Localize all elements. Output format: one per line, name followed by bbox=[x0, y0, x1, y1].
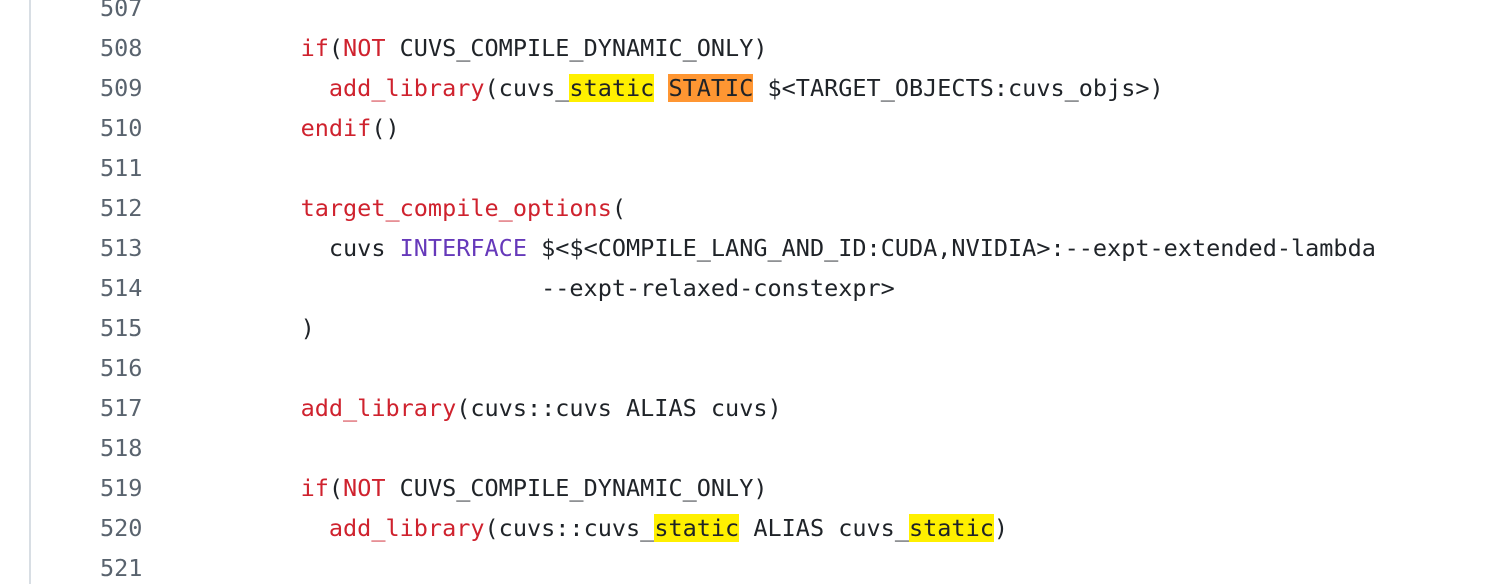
code-token: ) bbox=[244, 314, 315, 342]
line-number[interactable]: 512 bbox=[0, 188, 142, 228]
keyword-token: INTERFACE bbox=[399, 234, 527, 262]
line-source: add_library(cuvs::cuvs ALIAS cuvs) bbox=[142, 388, 782, 428]
keyword-token: add_library bbox=[328, 74, 485, 102]
code-line: 521 bbox=[0, 548, 1490, 584]
line-number[interactable]: 510 bbox=[0, 108, 142, 148]
line-number[interactable]: 511 bbox=[0, 148, 142, 188]
line-number[interactable]: 515 bbox=[0, 308, 142, 348]
line-source bbox=[142, 548, 244, 584]
code-line: 511 bbox=[0, 148, 1490, 188]
line-source: if(NOT CUVS_COMPILE_DYNAMIC_ONLY) bbox=[142, 28, 768, 68]
code-token: ( bbox=[611, 194, 627, 222]
code-token: --expt-relaxed-constexpr> bbox=[244, 274, 895, 302]
line-source: add_library(cuvs::cuvs_static ALIAS cuvs… bbox=[142, 508, 1008, 548]
keyword-token: NOT bbox=[343, 34, 386, 62]
code-line: 516 bbox=[0, 348, 1490, 388]
line-source: --expt-relaxed-constexpr> bbox=[142, 268, 895, 308]
code-token: ALIAS cuvs_ bbox=[739, 514, 909, 542]
keyword-token: if bbox=[300, 474, 329, 502]
line-number[interactable]: 513 bbox=[0, 228, 142, 268]
line-source: ) bbox=[142, 308, 315, 348]
search-match: static bbox=[908, 514, 994, 542]
keyword-token: add_library bbox=[328, 514, 485, 542]
keyword-token: if bbox=[300, 34, 329, 62]
line-source bbox=[142, 428, 244, 468]
code-token: (cuvs::cuvs ALIAS cuvs) bbox=[456, 394, 782, 422]
code-token: CUVS_COMPILE_DYNAMIC_ONLY) bbox=[385, 474, 768, 502]
line-number[interactable]: 508 bbox=[0, 28, 142, 68]
code-line: 514 --expt-relaxed-constexpr> bbox=[0, 268, 1490, 308]
code-token: ( bbox=[328, 474, 344, 502]
code-line: 512 target_compile_options( bbox=[0, 188, 1490, 228]
line-number[interactable]: 509 bbox=[0, 68, 142, 108]
line-number[interactable]: 517 bbox=[0, 388, 142, 428]
code-line: 519 if(NOT CUVS_COMPILE_DYNAMIC_ONLY) bbox=[0, 468, 1490, 508]
code-line: 509 add_library(cuvs_static STATIC $<TAR… bbox=[0, 68, 1490, 108]
line-source: if(NOT CUVS_COMPILE_DYNAMIC_ONLY) bbox=[142, 468, 768, 508]
code-token: (cuvs::cuvs_ bbox=[484, 514, 655, 542]
line-number[interactable]: 514 bbox=[0, 268, 142, 308]
current-search-match: STATIC bbox=[668, 74, 754, 102]
keyword-token: NOT bbox=[343, 474, 386, 502]
line-number[interactable]: 507 bbox=[0, 0, 142, 28]
code-viewer: 507 508 if(NOT CUVS_COMPILE_DYNAMIC_ONLY)… bbox=[0, 0, 1490, 584]
code-token: ( bbox=[328, 34, 344, 62]
search-match: static bbox=[569, 74, 655, 102]
code-line: 508 if(NOT CUVS_COMPILE_DYNAMIC_ONLY) bbox=[0, 28, 1490, 68]
line-number[interactable]: 520 bbox=[0, 508, 142, 548]
code-token: cuvs bbox=[244, 234, 400, 262]
line-number[interactable]: 516 bbox=[0, 348, 142, 388]
code-line: 518 bbox=[0, 428, 1490, 468]
code-lines: 507 508 if(NOT CUVS_COMPILE_DYNAMIC_ONLY)… bbox=[0, 0, 1490, 584]
code-line: 517 add_library(cuvs::cuvs ALIAS cuvs) bbox=[0, 388, 1490, 428]
code-token: ) bbox=[993, 514, 1009, 542]
code-line: 515 ) bbox=[0, 308, 1490, 348]
line-source: endif() bbox=[142, 108, 400, 148]
code-token: () bbox=[371, 114, 400, 142]
line-number[interactable]: 519 bbox=[0, 468, 142, 508]
keyword-token: target_compile_options bbox=[300, 194, 612, 222]
code-line: 513 cuvs INTERFACE $<$<COMPILE_LANG_AND_… bbox=[0, 228, 1490, 268]
code-token: CUVS_COMPILE_DYNAMIC_ONLY) bbox=[385, 34, 768, 62]
line-source: cuvs INTERFACE $<$<COMPILE_LANG_AND_ID:C… bbox=[142, 228, 1376, 268]
code-line: 510 endif() bbox=[0, 108, 1490, 148]
line-source bbox=[142, 348, 244, 388]
code-line: 520 add_library(cuvs::cuvs_static ALIAS … bbox=[0, 508, 1490, 548]
line-number[interactable]: 521 bbox=[0, 548, 142, 584]
code-token: (cuvs_ bbox=[484, 74, 570, 102]
code-token: $<TARGET_OBJECTS:cuvs_objs>) bbox=[753, 74, 1164, 102]
code-line: 507 bbox=[0, 0, 1490, 28]
line-source: target_compile_options( bbox=[142, 188, 626, 228]
keyword-token: endif bbox=[300, 114, 372, 142]
code-token: $<$<COMPILE_LANG_AND_ID:CUDA,NVIDIA>:--e… bbox=[526, 234, 1376, 262]
line-number[interactable]: 518 bbox=[0, 428, 142, 468]
line-source bbox=[142, 0, 244, 28]
line-source bbox=[142, 148, 244, 188]
search-match: static bbox=[654, 514, 740, 542]
keyword-token: add_library bbox=[300, 394, 457, 422]
line-source: add_library(cuvs_static STATIC $<TARGET_… bbox=[142, 68, 1164, 108]
